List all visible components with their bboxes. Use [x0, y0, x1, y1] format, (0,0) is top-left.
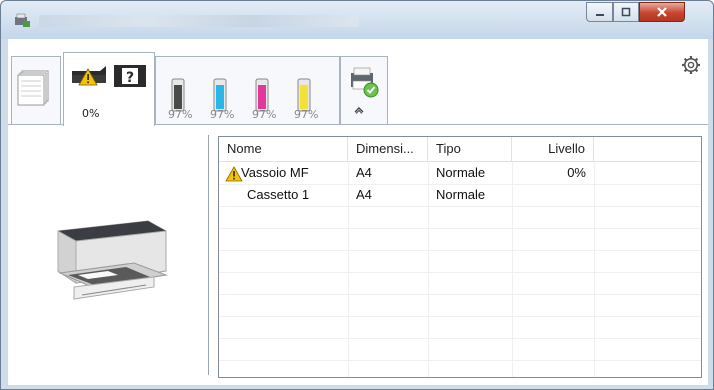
tray-level	[512, 184, 586, 206]
tray-name: Vassoio MF	[241, 165, 309, 180]
tray-name: Cassetto 1	[247, 187, 310, 202]
column-header-nome[interactable]: Nome	[219, 137, 348, 161]
tray-type: Normale	[436, 187, 486, 202]
device-ok-icon	[351, 67, 379, 98]
tray-type: Normale	[436, 165, 486, 180]
row-line	[219, 228, 701, 229]
column-header-tipo[interactable]: Tipo	[428, 137, 512, 161]
magenta-toner-level: 97%	[252, 108, 277, 121]
tray-table[interactable]: Nome Dimensi... Tipo Livello Vassoio MF …	[218, 136, 702, 378]
column-header-dimensione[interactable]: Dimensi...	[348, 137, 428, 161]
column-line	[348, 162, 349, 377]
tab-print-pages[interactable]	[11, 56, 61, 124]
row-line	[219, 206, 701, 207]
svg-text:?: ?	[126, 70, 134, 86]
status-percent: 0%	[82, 107, 100, 120]
minimize-icon	[595, 14, 604, 16]
title-bar[interactable]	[1, 1, 713, 39]
row-line	[219, 316, 701, 317]
toolbar-tabs: ? 0% 97% 97% 97% 97%	[8, 39, 708, 126]
tray-panel: Nome Dimensi... Tipo Livello Vassoio MF …	[8, 125, 708, 385]
maximize-icon	[621, 7, 631, 17]
close-button[interactable]	[639, 2, 685, 22]
panel-divider	[208, 135, 209, 375]
close-icon	[657, 7, 667, 17]
settings-gear-icon[interactable]	[681, 55, 701, 75]
unknown-status-icon: ?	[114, 65, 146, 87]
window-title	[39, 15, 359, 27]
tray-size: A4	[356, 187, 372, 202]
column-header-livello[interactable]: Livello	[512, 137, 594, 161]
tray-level: 0%	[567, 165, 586, 180]
column-line	[428, 162, 429, 377]
row-line	[219, 250, 701, 251]
maximize-button[interactable]	[613, 2, 639, 22]
printer-app-icon	[15, 13, 30, 27]
column-line	[594, 162, 595, 377]
black-toner-level: 97%	[168, 108, 193, 121]
cyan-toner-level: 97%	[210, 108, 235, 121]
minimize-button[interactable]	[586, 2, 613, 22]
pages-icon	[17, 70, 49, 106]
row-line	[219, 360, 701, 361]
row-line	[219, 338, 701, 339]
yellow-toner-level: 97%	[294, 108, 319, 121]
printer-image	[57, 220, 168, 300]
tray-size: A4	[356, 165, 372, 180]
printer-warning-icon	[72, 66, 106, 86]
tab-printer-status[interactable]: ? 0%	[63, 52, 155, 126]
status-monitor-window: ? 0% 97% 97% 97% 97% Nome Dimensi... Tip…	[0, 0, 714, 390]
row-line	[219, 272, 701, 273]
tab-toner-levels[interactable]: 97% 97% 97% 97%	[155, 56, 340, 124]
client-area: ? 0% 97% 97% 97% 97% Nome Dimensi... Tip…	[8, 39, 708, 385]
row-line	[219, 294, 701, 295]
collapse-chevron-icon[interactable]	[353, 106, 365, 114]
